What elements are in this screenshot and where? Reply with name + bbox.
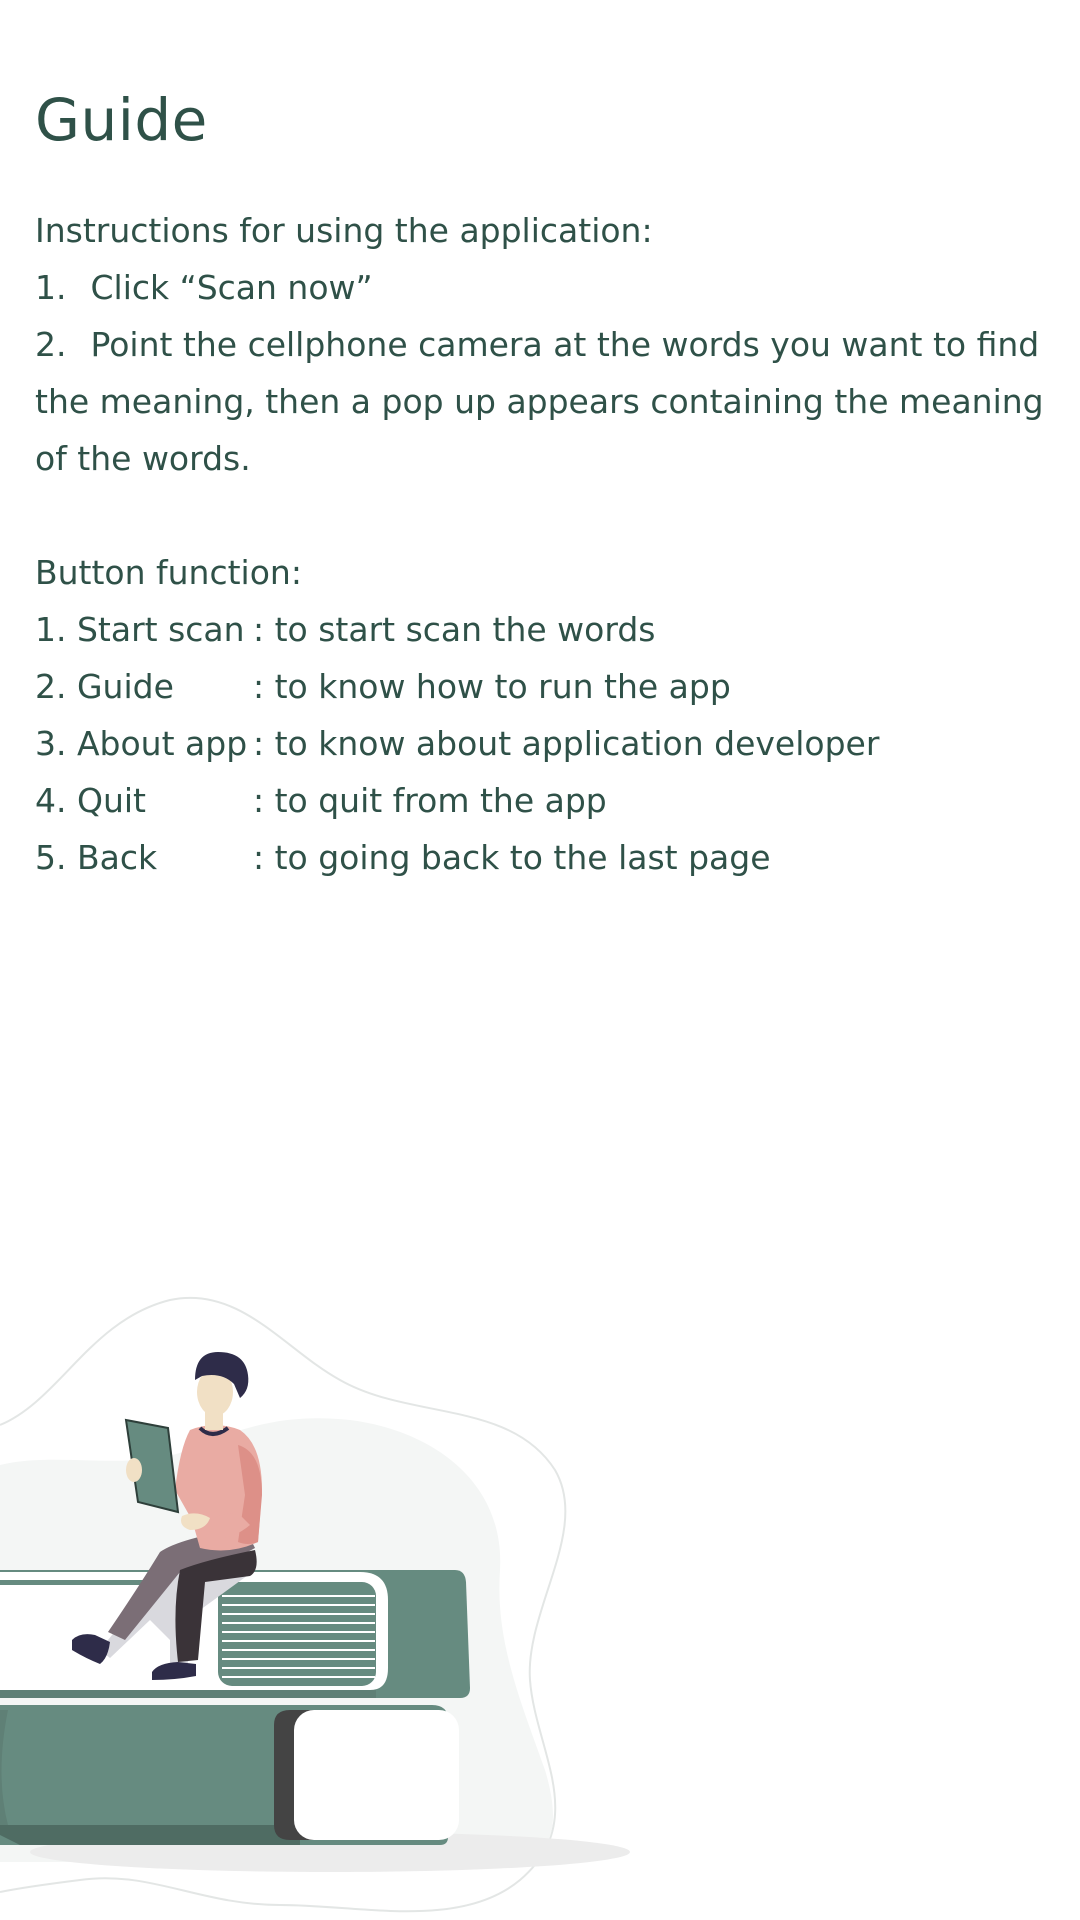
instruction-step-1: 1. Click “Scan now” (35, 259, 1035, 316)
bottom-book-pages (294, 1710, 459, 1840)
button-function-name: 4. Quit (35, 781, 146, 820)
instruction-step-2: 2. Point the cellphone camera at the word… (35, 316, 1039, 373)
button-function-desc: : to quit from the app (253, 781, 607, 820)
button-function-desc: : to know how to run the app (253, 667, 731, 706)
top-book-bottom-band (0, 1690, 376, 1698)
step-2-line-2: the meaning, then a pop up appears conta… (35, 382, 1044, 421)
step-2-line-3: of the words. (35, 439, 251, 478)
top-book-lined-pages (218, 1582, 376, 1686)
left-hand (126, 1458, 142, 1482)
bottom-book-spine-dark (0, 1825, 300, 1845)
button-function-name: 1. Start scan (35, 610, 245, 649)
button-function-name: 5. Back (35, 838, 158, 877)
button-function-item: 2. Guide : to know how to run the app (35, 658, 1035, 715)
button-function-desc: : to going back to the last page (253, 838, 771, 877)
button-function-desc: : to start scan the words (253, 610, 656, 649)
step-2-line-1: Point the cellphone camera at the words … (90, 325, 1040, 364)
button-function-item: 5. Back : to going back to the last page (35, 829, 1035, 886)
button-function-item: 1. Start scan : to start scan the words (35, 601, 1035, 658)
guide-content: Instructions for using the application: … (35, 202, 1044, 886)
button-function-name: 2. Guide (35, 667, 174, 706)
step-2-number: 2. (35, 325, 67, 364)
step-1-number: 1. (35, 268, 67, 307)
instructions-heading: Instructions for using the application: (35, 211, 653, 250)
page-title: Guide (35, 86, 208, 154)
button-function-name: 3. About app (35, 724, 248, 763)
button-function-item: 3. About app : to know about application… (35, 715, 1035, 772)
button-function-desc: : to know about application developer (253, 724, 880, 763)
person-reading-on-books-illustration (0, 1296, 630, 1913)
button-function-item: 4. Quit : to quit from the app (35, 772, 1035, 829)
step-1-text: Click “Scan now” (90, 268, 373, 307)
button-function-heading: Button function: (35, 553, 302, 592)
